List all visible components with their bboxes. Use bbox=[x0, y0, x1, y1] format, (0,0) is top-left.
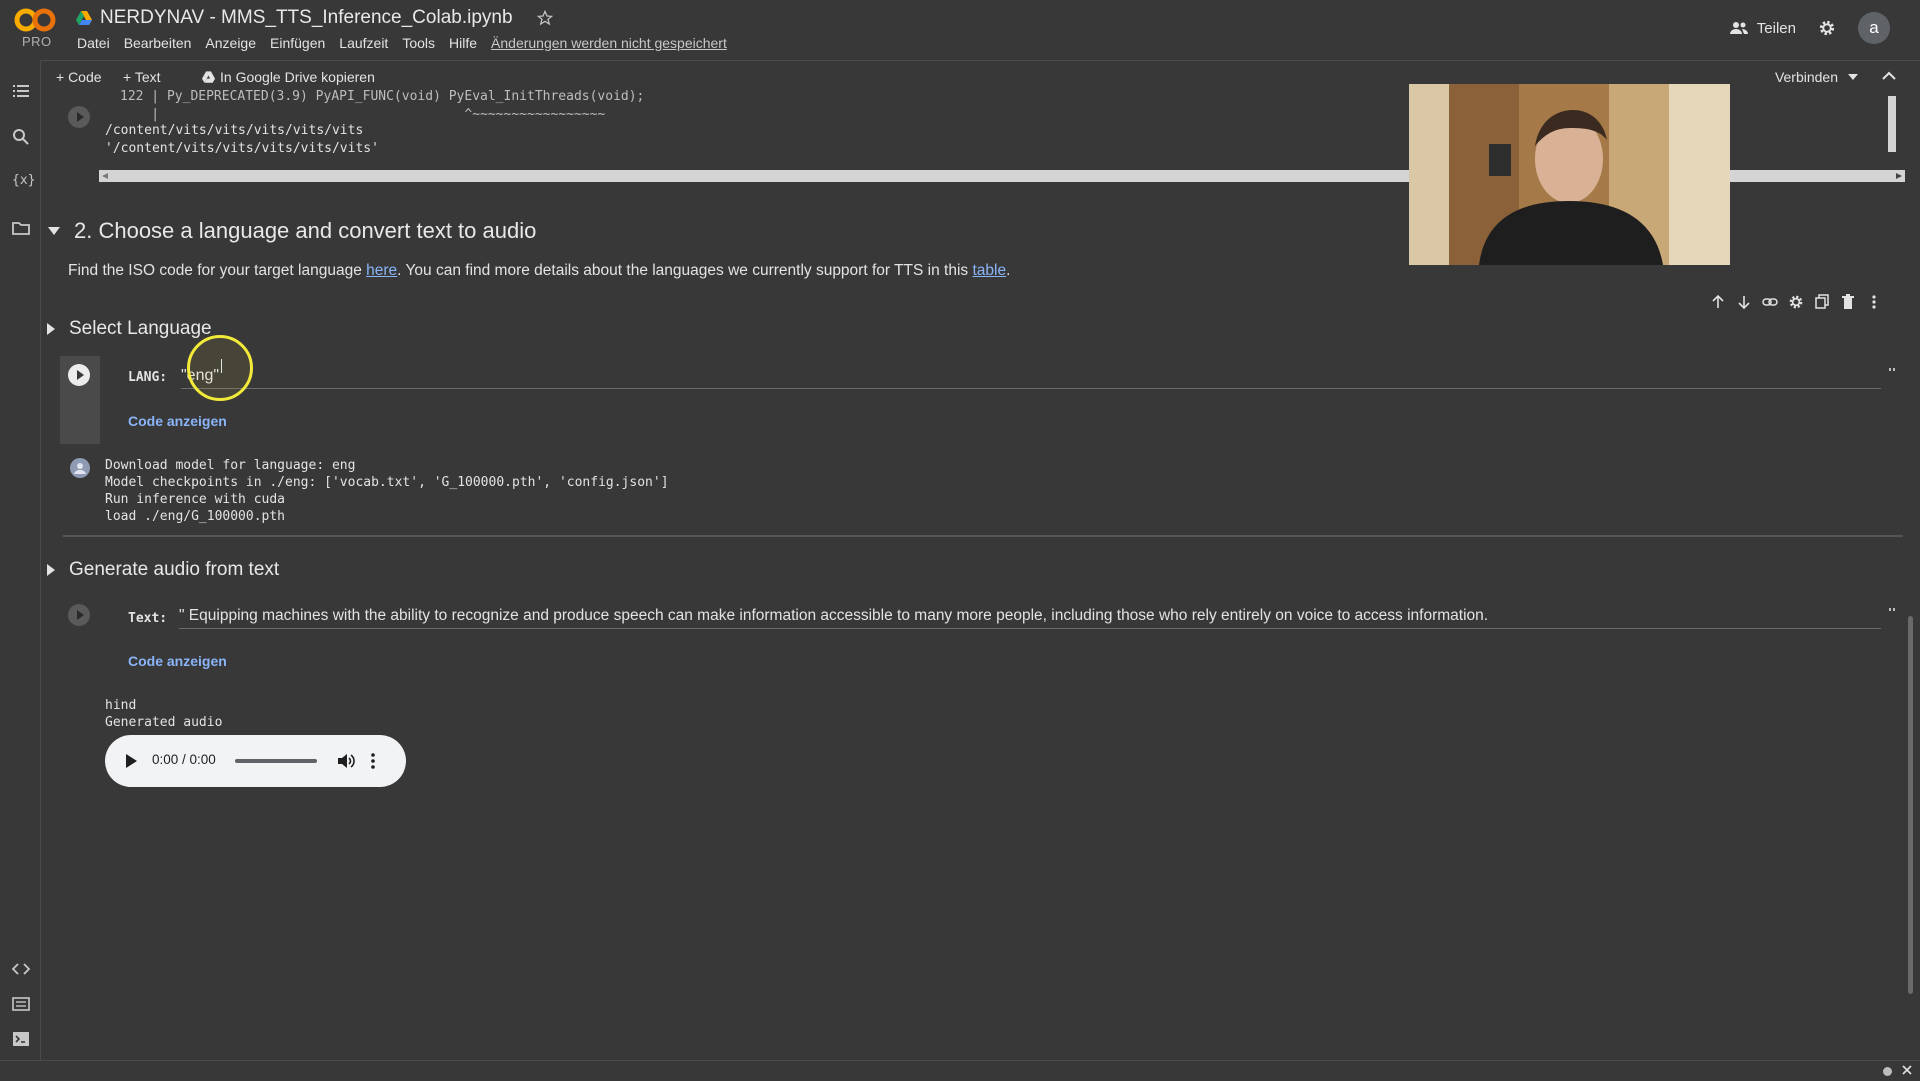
copy-to-drive-button[interactable]: In Google Drive kopieren bbox=[202, 69, 375, 85]
cell-run-button[interactable] bbox=[68, 106, 90, 128]
app-header: PRO NERDYNAV - MMS_TTS_Inference_Colab.i… bbox=[0, 0, 1920, 60]
menu-bar: Datei Bearbeiten Anzeige Einfügen Laufze… bbox=[70, 34, 734, 52]
people-icon bbox=[1729, 21, 1749, 35]
cell-divider bbox=[63, 535, 1903, 537]
toc-icon[interactable] bbox=[12, 82, 30, 100]
drive-icon bbox=[202, 71, 215, 83]
text-input-value: " Equipping machines with the ability to… bbox=[179, 607, 1489, 624]
output-vertical-scrollbar[interactable] bbox=[1887, 96, 1897, 166]
output-line: Generated audio bbox=[105, 715, 223, 730]
more-vert-icon[interactable] bbox=[1866, 294, 1882, 310]
output-line-partial: 122 | Py_DEPRECATED(3.9) PyAPI_FUNC(void… bbox=[120, 89, 645, 104]
menu-tools[interactable]: Tools bbox=[395, 34, 442, 52]
menu-laufzeit[interactable]: Laufzeit bbox=[332, 34, 395, 52]
menu-hilfe[interactable]: Hilfe bbox=[442, 34, 484, 52]
folder-icon[interactable] bbox=[12, 219, 30, 237]
output-line: Download model for language: eng bbox=[105, 458, 356, 473]
notebook-title[interactable]: NERDYNAV - MMS_TTS_Inference_Colab.ipynb bbox=[100, 7, 513, 29]
copy-to-drive-label: In Google Drive kopieren bbox=[220, 69, 375, 85]
show-code-button[interactable]: Code anzeigen bbox=[128, 413, 227, 429]
drive-icon bbox=[76, 11, 92, 25]
select-language-heading-row: Select Language bbox=[47, 318, 212, 340]
output-line: hind bbox=[105, 698, 137, 713]
play-icon[interactable] bbox=[125, 754, 137, 768]
link-icon[interactable] bbox=[1762, 294, 1778, 310]
code-snippets-icon[interactable] bbox=[12, 960, 30, 978]
output-line: '/content/vits/vits/vits/vits/vits' bbox=[105, 141, 379, 156]
text-field-label: Text: bbox=[128, 611, 168, 626]
user-avatar[interactable]: a bbox=[1858, 12, 1890, 44]
cell-run-button[interactable] bbox=[68, 604, 90, 626]
add-code-cell-button[interactable]: + Code bbox=[56, 69, 102, 85]
show-code-button[interactable]: Code anzeigen bbox=[128, 653, 227, 669]
output-line-partial: | ^~~~~~~~~~~~~~~~~~ bbox=[120, 107, 606, 122]
close-status-icon[interactable] bbox=[1902, 1065, 1912, 1075]
webcam-overlay bbox=[1409, 84, 1730, 265]
menu-einfuegen[interactable]: Einfügen bbox=[263, 34, 332, 52]
connect-label: Verbinden bbox=[1774, 69, 1838, 85]
unsaved-changes-notice[interactable]: Änderungen werden nicht gespeichert bbox=[484, 34, 734, 52]
command-palette-icon[interactable] bbox=[12, 995, 30, 1013]
lang-field-label: LANG: bbox=[128, 370, 168, 385]
mirror-cell-icon[interactable] bbox=[1814, 294, 1830, 310]
menu-datei[interactable]: Datei bbox=[70, 34, 117, 52]
pro-badge: PRO bbox=[22, 34, 52, 49]
share-button[interactable]: Teilen bbox=[1729, 20, 1796, 37]
menu-bearbeiten[interactable]: Bearbeiten bbox=[117, 34, 199, 52]
output-line: Run inference with cuda bbox=[105, 492, 286, 507]
audio-time: 0:00 / 0:00 bbox=[152, 752, 216, 767]
colab-logo[interactable]: PRO bbox=[14, 6, 58, 50]
audio-player: 0:00 / 0:00 bbox=[105, 735, 406, 787]
delete-icon[interactable] bbox=[1840, 294, 1856, 310]
move-down-icon[interactable] bbox=[1736, 294, 1752, 310]
text-input[interactable]: " Equipping machines with the ability to… bbox=[179, 604, 1881, 629]
output-line: load ./eng/G_100000.pth bbox=[105, 509, 286, 524]
form-more-icon[interactable] bbox=[1889, 368, 1895, 376]
cell-toolbar bbox=[1710, 294, 1882, 310]
iso-code-link[interactable]: here bbox=[366, 262, 397, 279]
player-more-icon[interactable] bbox=[370, 752, 376, 770]
select-language-heading: Select Language bbox=[69, 318, 212, 339]
output-line: /content/vits/vits/vits/vits/vits bbox=[105, 123, 364, 138]
generate-audio-heading: Generate audio from text bbox=[69, 559, 280, 580]
output-status-icon bbox=[70, 458, 90, 478]
status-dot-icon bbox=[1883, 1067, 1892, 1076]
section-2-heading-row: 2. Choose a language and convert text to… bbox=[48, 218, 536, 244]
settings-icon[interactable] bbox=[1788, 294, 1804, 310]
notebook-scrollbar[interactable] bbox=[1908, 616, 1913, 994]
variables-icon[interactable]: {x} bbox=[12, 173, 35, 191]
cell-run-button[interactable] bbox=[68, 364, 90, 386]
section-2-heading: 2. Choose a language and convert text to… bbox=[74, 218, 537, 243]
collapse-section-icon[interactable] bbox=[48, 227, 60, 235]
settings-gear-icon[interactable] bbox=[1818, 19, 1836, 37]
expand-section-icon[interactable] bbox=[47, 564, 55, 576]
text-cursor-icon bbox=[221, 359, 222, 373]
collapse-header-icon[interactable] bbox=[1882, 71, 1896, 81]
cursor-highlight bbox=[187, 335, 253, 401]
expand-section-icon[interactable] bbox=[47, 323, 55, 335]
output-line: Model checkpoints in ./eng: ['vocab.txt'… bbox=[105, 475, 669, 490]
audio-progress-slider[interactable] bbox=[235, 759, 317, 763]
add-text-cell-button[interactable]: + Text bbox=[123, 69, 161, 85]
section-2-intro: Find the ISO code for your target langua… bbox=[68, 262, 1011, 279]
volume-icon[interactable] bbox=[337, 752, 355, 770]
dropdown-arrow-icon[interactable] bbox=[1848, 74, 1858, 80]
terminal-icon[interactable] bbox=[12, 1030, 30, 1048]
lang-input[interactable]: "eng" bbox=[181, 364, 1881, 389]
status-bar bbox=[0, 1060, 1920, 1081]
share-label: Teilen bbox=[1756, 19, 1796, 37]
menu-anzeige[interactable]: Anzeige bbox=[198, 34, 263, 52]
connect-button[interactable]: Verbinden bbox=[1775, 69, 1858, 85]
star-icon[interactable] bbox=[536, 10, 553, 26]
left-rail: {x} bbox=[0, 60, 41, 1060]
form-more-icon[interactable] bbox=[1889, 608, 1895, 616]
search-icon[interactable] bbox=[12, 128, 30, 146]
languages-table-link[interactable]: table bbox=[972, 262, 1006, 279]
generate-audio-heading-row: Generate audio from text bbox=[47, 559, 279, 581]
move-up-icon[interactable] bbox=[1710, 294, 1726, 310]
